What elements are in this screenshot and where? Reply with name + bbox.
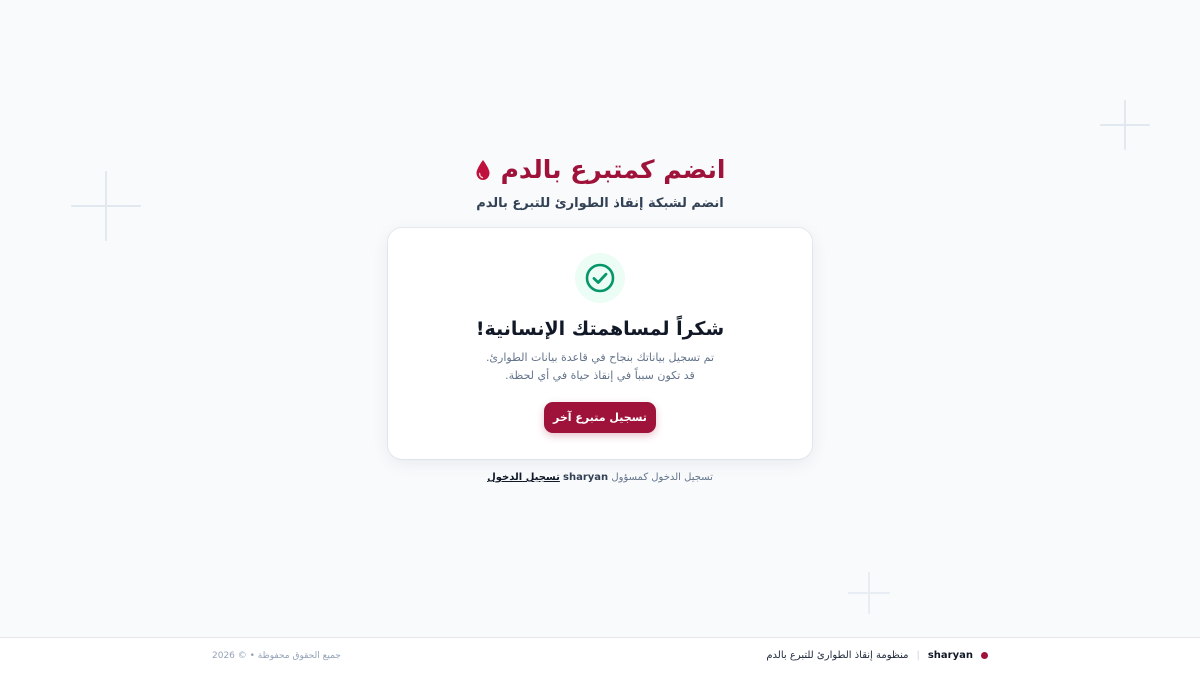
page-subtitle: انضم لشبكة إنقاذ الطوارئ للتبرع بالدم: [476, 196, 724, 211]
page-header: انضم كمتبرع بالدم انضم لشبكة إنقاذ الطوا…: [0, 152, 1200, 211]
admin-login-brand: sharyan: [563, 472, 609, 483]
register-another-donor-button[interactable]: تسجيل متبرع آخر: [544, 402, 656, 433]
success-card: شكراً لمساهمتك الإنسانية! تم تسجيل بيانا…: [388, 228, 812, 459]
decorative-plus-top-right: [1100, 100, 1150, 150]
check-circle-icon: [585, 263, 615, 293]
title-row: انضم كمتبرع بالدم: [0, 152, 1200, 188]
blood-drop-icon: [476, 160, 490, 180]
decorative-plus-bottom: [848, 572, 890, 614]
admin-login-row: تسجيل الدخول كمسؤول sharyan تسجيل الدخول: [0, 472, 1200, 483]
footer-description: منظومة إنقاذ الطوارئ للتبرع بالدم: [766, 650, 909, 661]
page-footer: sharyan | منظومة إنقاذ الطوارئ للتبرع با…: [0, 637, 1200, 676]
success-title: شكراً لمساهمتك الإنسانية!: [475, 318, 725, 340]
success-message-line-2: قد تكون سبباً في إنقاذ حياة في أي لحظة.: [505, 369, 695, 382]
footer-brand-group: sharyan | منظومة إنقاذ الطوارئ للتبرع با…: [766, 650, 988, 661]
admin-login-prefix: تسجيل الدخول كمسؤول: [611, 472, 713, 483]
page-title: انضم كمتبرع بالدم: [500, 155, 726, 184]
footer-brand: sharyan: [927, 650, 973, 661]
success-message-line-1: تم تسجيل بياناتك بنجاح في قاعدة بيانات ا…: [485, 351, 715, 364]
brand-dot-icon: [981, 652, 988, 659]
success-icon-circle: [575, 253, 625, 303]
footer-copyright: جميع الحقوق محفوظة • © 2026: [212, 651, 341, 661]
admin-login-link[interactable]: تسجيل الدخول: [487, 472, 560, 483]
footer-separator: |: [916, 650, 920, 661]
success-message: تم تسجيل بياناتك بنجاح في قاعدة بيانات ا…: [388, 349, 812, 385]
